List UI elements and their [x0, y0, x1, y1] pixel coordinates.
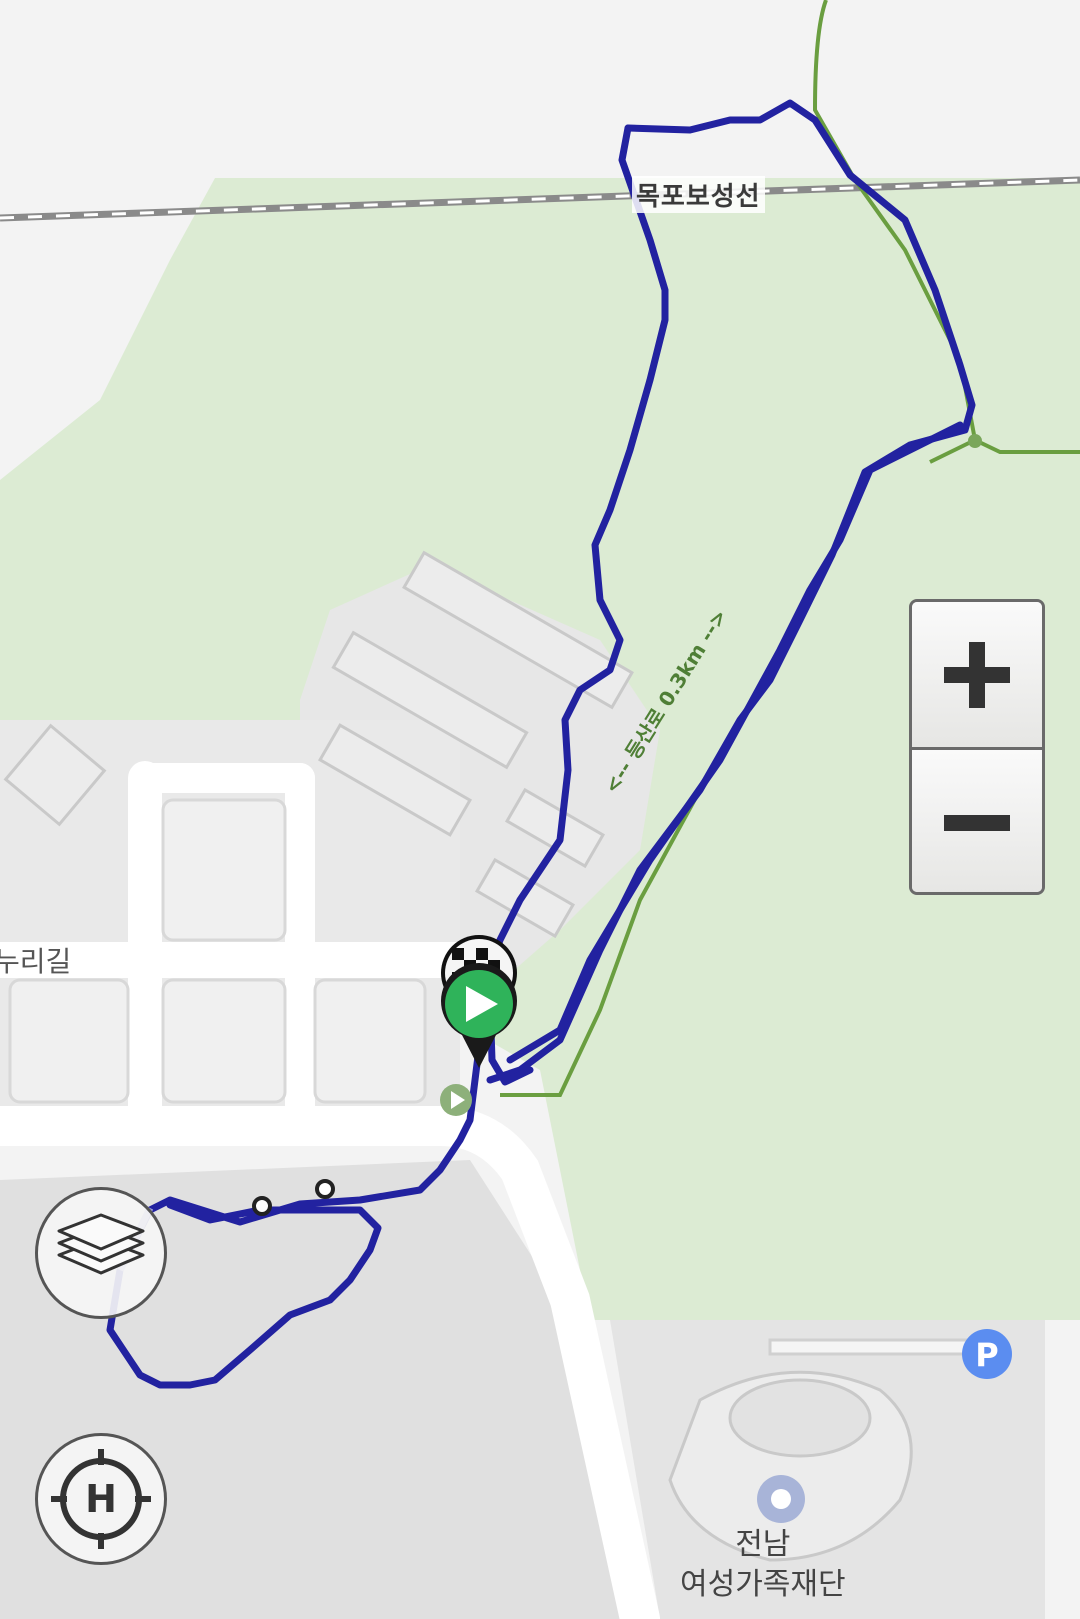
- place-label-line1: 전남: [735, 1527, 791, 1562]
- home-crosshair-icon: H: [51, 1449, 151, 1549]
- layers-icon: [57, 1213, 145, 1275]
- minus-icon: [944, 814, 1010, 831]
- zoom-control: [909, 599, 1045, 895]
- trail-entrance-marker[interactable]: [440, 1084, 472, 1116]
- rail-line-label: 목포보성선: [632, 176, 765, 213]
- zoom-out-button[interactable]: [912, 750, 1042, 892]
- parking-glyph: P: [975, 1336, 998, 1374]
- place-label: 전남 여성가족재단: [680, 1525, 846, 1605]
- home-glyph: H: [85, 1477, 117, 1521]
- place-dot-icon[interactable]: [757, 1475, 805, 1523]
- trail-node: [968, 434, 982, 448]
- street-label: 누리길: [0, 945, 72, 978]
- zoom-in-button[interactable]: [912, 602, 1042, 750]
- place-label-line2: 여성가족재단: [680, 1567, 846, 1602]
- plus-icon: [944, 641, 1010, 708]
- parking-icon[interactable]: P: [962, 1329, 1012, 1379]
- home-button[interactable]: H: [35, 1433, 167, 1565]
- layers-button[interactable]: [35, 1187, 167, 1319]
- waypoint-marker[interactable]: [252, 1196, 272, 1216]
- waypoint-marker[interactable]: [315, 1179, 335, 1199]
